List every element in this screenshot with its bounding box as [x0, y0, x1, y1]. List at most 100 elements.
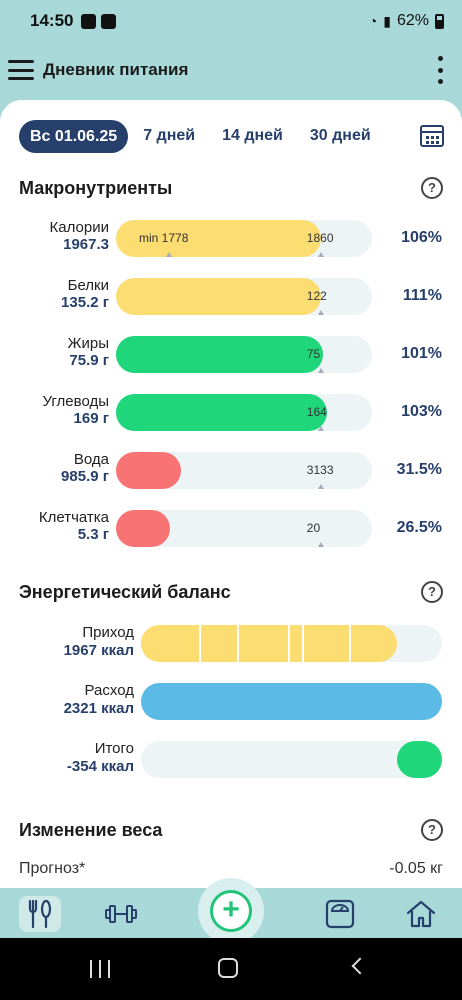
macro-row: Клетчатка 5.3 г 20 26.5%	[0, 509, 462, 549]
signal-icon: ▮	[383, 12, 391, 29]
macro-fill	[116, 336, 323, 373]
macro-label: Углеводы	[42, 393, 109, 410]
macro-row: Жиры 75.9 г 75 101%	[0, 335, 462, 375]
macro-target-tick	[317, 252, 324, 257]
macro-target-tick	[317, 484, 324, 489]
help-icon[interactable]: ?	[421, 581, 443, 603]
macro-target-tick	[317, 426, 324, 431]
macro-percent: 111%	[402, 287, 442, 304]
forecast-value: -0.05 кг	[389, 860, 443, 877]
macro-target-label: 164	[306, 405, 327, 419]
macro-percent: 26.5%	[396, 519, 442, 536]
energy-row: Расход 2321 ккал	[0, 682, 462, 722]
macro-target-tick	[317, 542, 324, 547]
home-icon	[406, 900, 436, 928]
macro-row: Вода 985.9 г 3133 31.5%	[0, 451, 462, 491]
macro-value: 5.3 г	[77, 526, 109, 543]
add-button-wrap: +	[198, 878, 264, 944]
app-bar: Дневник питания	[0, 42, 462, 98]
macro-fill	[116, 278, 321, 315]
energy-fill	[396, 741, 442, 778]
macro-row: Белки 135.2 г 122 111%	[0, 277, 462, 317]
energy-value: -354 ккал	[66, 758, 134, 775]
energy-fill	[141, 625, 397, 662]
dumbbell-icon	[105, 905, 137, 923]
status-time: 14:50	[30, 11, 74, 30]
forecast-label: Прогноз*	[19, 860, 86, 877]
help-icon[interactable]: ?	[421, 177, 443, 199]
macro-percent: 103%	[401, 403, 442, 420]
back-icon[interactable]	[351, 957, 369, 975]
macro-row: Углеводы 169 г 164 103%	[0, 393, 462, 433]
macro-target-tick	[317, 368, 324, 373]
energy-fill	[141, 683, 442, 720]
macronutrients-title: Макронутриенты	[19, 178, 173, 198]
weight-change-title: Изменение веса	[19, 820, 163, 840]
nav-home[interactable]	[400, 896, 442, 932]
intake-segment-divider	[237, 625, 239, 662]
macro-target-label: 122	[306, 289, 327, 303]
wifi-icon: ◔	[368, 13, 378, 29]
macro-min-tick	[166, 252, 172, 257]
energy-row: Итого -354 ккал	[0, 740, 462, 780]
energy-row: Приход 1967 ккал	[0, 624, 462, 664]
macro-target-tick	[317, 310, 324, 315]
system-nav-bar	[0, 938, 462, 1000]
range-tab-7[interactable]: 7 дней	[143, 127, 195, 145]
date-selector: Вс 01.06.25 7 дней 14 дней 30 дней	[19, 118, 444, 154]
nav-weight[interactable]	[319, 896, 361, 932]
add-icon[interactable]: +	[210, 890, 252, 932]
bottom-nav: +	[0, 878, 462, 944]
macro-fill	[116, 510, 171, 547]
macro-target-label: 1860	[306, 231, 334, 245]
macro-label: Калории	[49, 219, 109, 236]
macro-value: 75.9 г	[69, 352, 109, 369]
macro-row: Калории 1967.3 min 1778 1860 106%	[0, 219, 462, 259]
macro-fill	[116, 394, 327, 431]
nav-diary[interactable]	[19, 896, 61, 932]
macro-value: 985.9 г	[61, 468, 109, 485]
intake-segment-divider	[302, 625, 304, 662]
macro-target-label: 75	[306, 347, 321, 361]
nav-workouts[interactable]	[100, 896, 142, 932]
system-home-icon[interactable]	[218, 958, 238, 978]
macro-value: 135.2 г	[61, 294, 109, 311]
energy-label: Расход	[84, 682, 134, 699]
battery-percent: 62%	[396, 12, 429, 29]
energy-label: Приход	[82, 624, 134, 641]
macro-target-label: 3133	[306, 463, 334, 477]
intake-segment-divider	[288, 625, 290, 662]
help-icon[interactable]: ?	[421, 819, 443, 841]
range-tab-14[interactable]: 14 дней	[222, 127, 283, 145]
date-chip-current[interactable]: Вс 01.06.25	[19, 119, 129, 153]
macro-percent: 106%	[401, 229, 442, 246]
energy-value: 1967 ккал	[63, 642, 134, 659]
intake-segment-divider	[199, 625, 201, 662]
menu-icon[interactable]	[8, 60, 34, 80]
macro-fill	[116, 452, 181, 489]
macro-target-label: 20	[306, 521, 321, 535]
recent-apps-icon[interactable]	[90, 960, 110, 978]
energy-value: 2321 ккал	[63, 700, 134, 717]
macro-label: Жиры	[67, 335, 109, 352]
macro-value: 169 г	[73, 410, 109, 427]
macro-percent: 31.5%	[396, 461, 442, 478]
intake-segment-divider	[349, 625, 351, 662]
weight-forecast-row: Прогноз* -0.05 кг	[19, 860, 443, 878]
energy-label: Итого	[94, 740, 134, 757]
macro-label: Вода	[73, 451, 109, 468]
calendar-icon[interactable]	[420, 125, 444, 147]
more-vert-icon[interactable]	[428, 56, 452, 84]
macro-value: 1967.3	[63, 236, 109, 253]
check-notification-icon	[101, 13, 117, 29]
range-tab-30[interactable]: 30 дней	[310, 127, 371, 145]
status-bar: 14:50 ◔ ▮ 62%	[0, 0, 462, 42]
energy-balance-title: Энергетический баланс	[19, 582, 231, 602]
content-card: Вс 01.06.25 7 дней 14 дней 30 дней Макро…	[0, 100, 462, 888]
macro-label: Белки	[67, 277, 109, 294]
scale-icon	[325, 899, 355, 929]
fork-knife-icon	[28, 899, 52, 929]
macro-percent: 101%	[401, 345, 442, 362]
macro-min-label: min 1778	[139, 231, 189, 245]
chat-notification-icon	[81, 13, 97, 29]
